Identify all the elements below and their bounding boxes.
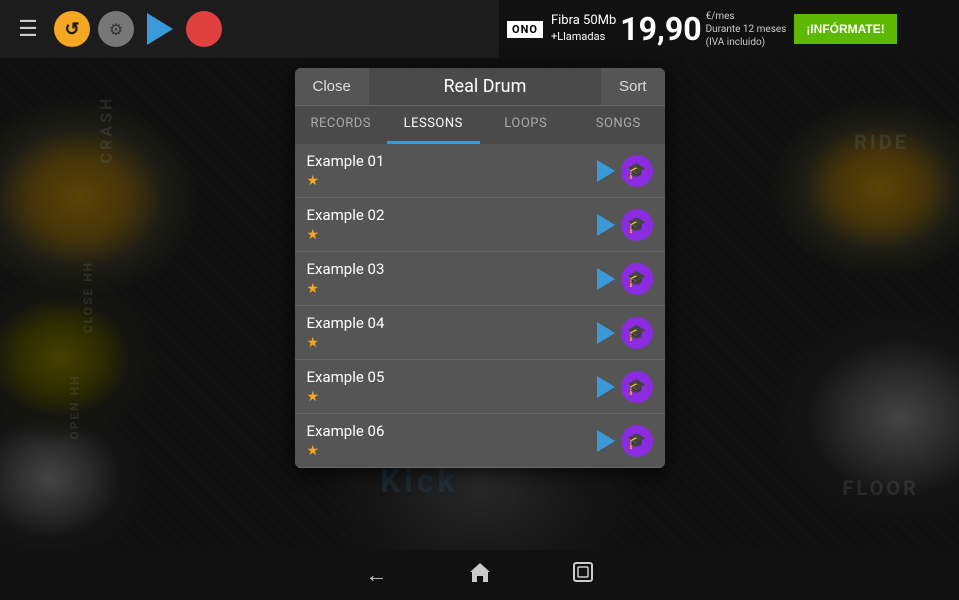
list-item: Example 05 ★ 🎓: [295, 360, 665, 414]
list-item-play-button[interactable]: [597, 430, 615, 452]
list-item-name: Example 02: [307, 206, 597, 224]
list-item-info: Example 03 ★: [307, 260, 597, 297]
modal-title: Real Drum: [369, 76, 601, 97]
ad-price-suffix: €/mes: [706, 10, 787, 23]
list-item-actions: 🎓: [597, 155, 653, 187]
list-item-name: Example 01: [307, 152, 597, 170]
ad-cta-button[interactable]: ¡INFÓRMATE!: [794, 14, 896, 44]
ad-line2: +Llamadas: [551, 30, 616, 44]
list-item-play-button[interactable]: [597, 268, 615, 290]
list-item-lesson-button[interactable]: 🎓: [621, 425, 653, 457]
list-item-actions: 🎓: [597, 317, 653, 349]
list-item-star: ★: [307, 173, 320, 189]
recent-apps-icon: [572, 561, 594, 583]
list-item: Example 06 ★ 🎓: [295, 414, 665, 468]
list-item: Example 03 ★ 🎓: [295, 252, 665, 306]
play-button[interactable]: [142, 11, 178, 47]
list-item: Example 04 ★ 🎓: [295, 306, 665, 360]
ad-logo: ONO: [507, 21, 543, 38]
list-item-info: Example 05 ★: [307, 368, 597, 405]
list-item-lesson-button[interactable]: 🎓: [621, 209, 653, 241]
home-icon: [468, 561, 492, 583]
back-button[interactable]: ←: [366, 562, 388, 588]
list-item: Example 02 ★ 🎓: [295, 198, 665, 252]
record-button[interactable]: [186, 11, 222, 47]
list-item-info: Example 06 ★: [307, 422, 597, 459]
modal-overlay: Close Real Drum Sort RECORDS LESSONS LOO…: [0, 58, 959, 550]
ad-price-detail: €/mes Durante 12 meses (IVA incluido): [706, 10, 787, 49]
list-item-star: ★: [307, 281, 320, 297]
menu-icon[interactable]: ☰: [10, 11, 46, 47]
list-item-name: Example 06: [307, 422, 597, 440]
list-item-play-button[interactable]: [597, 160, 615, 182]
modal-dialog: Close Real Drum Sort RECORDS LESSONS LOO…: [295, 68, 665, 468]
ad-price: 19,90: [620, 10, 701, 48]
ad-text: Fibra 50Mb +Llamadas: [551, 13, 616, 44]
ad-banner: ONO Fibra 50Mb +Llamadas 19,90 €/mes Dur…: [499, 0, 959, 58]
list-item-info: Example 04 ★: [307, 314, 597, 351]
home-button[interactable]: [468, 561, 492, 589]
list-item-name: Example 05: [307, 368, 597, 386]
list-item-play-button[interactable]: [597, 322, 615, 344]
ad-price-note2: (IVA incluido): [706, 36, 787, 49]
refresh-icon: ↺: [64, 19, 79, 40]
modal-tabs: RECORDS LESSONS LOOPS SONGS: [295, 105, 665, 144]
recent-apps-button[interactable]: [572, 561, 594, 589]
list-item-actions: 🎓: [597, 371, 653, 403]
refresh-button[interactable]: ↺: [54, 11, 90, 47]
list-item-info: Example 02 ★: [307, 206, 597, 243]
list-item-star: ★: [307, 389, 320, 405]
tab-loops[interactable]: LOOPS: [480, 106, 573, 144]
list-item-actions: 🎓: [597, 425, 653, 457]
modal-close-button[interactable]: Close: [295, 68, 369, 105]
ad-line1: Fibra 50Mb: [551, 13, 616, 30]
tab-lessons[interactable]: LESSONS: [387, 106, 480, 144]
bottom-nav-bar: ←: [0, 550, 959, 600]
settings-icon: ⚙: [109, 20, 123, 39]
list-item-name: Example 03: [307, 260, 597, 278]
list-item-name: Example 04: [307, 314, 597, 332]
list-item-lesson-button[interactable]: 🎓: [621, 371, 653, 403]
list-item-lesson-button[interactable]: 🎓: [621, 263, 653, 295]
modal-header: Close Real Drum Sort: [295, 68, 665, 105]
record-circle-icon: [186, 11, 222, 47]
list-item-star: ★: [307, 227, 320, 243]
tab-records[interactable]: RECORDS: [295, 106, 388, 144]
ad-price-note1: Durante 12 meses: [706, 23, 787, 36]
modal-sort-button[interactable]: Sort: [601, 68, 665, 105]
play-triangle-icon: [147, 13, 173, 45]
list-item-star: ★: [307, 335, 320, 351]
tab-songs[interactable]: SONGS: [572, 106, 665, 144]
list-item-actions: 🎓: [597, 263, 653, 295]
list-item-lesson-button[interactable]: 🎓: [621, 317, 653, 349]
list-item-lesson-button[interactable]: 🎓: [621, 155, 653, 187]
list-item-actions: 🎓: [597, 209, 653, 241]
settings-button[interactable]: ⚙: [98, 11, 134, 47]
toolbar-icons: ☰ ↺ ⚙: [10, 11, 222, 47]
list-item-play-button[interactable]: [597, 214, 615, 236]
list-item-play-button[interactable]: [597, 376, 615, 398]
list-item: Example 01 ★ 🎓: [295, 144, 665, 198]
list-item-info: Example 01 ★: [307, 152, 597, 189]
list-item-star: ★: [307, 443, 320, 459]
modal-list: Example 01 ★ 🎓 Example 02 ★ 🎓 Example 03…: [295, 144, 665, 468]
top-bar: ☰ ↺ ⚙ ONO Fibra 50Mb +Llamadas 19,90 €/m…: [0, 0, 959, 58]
